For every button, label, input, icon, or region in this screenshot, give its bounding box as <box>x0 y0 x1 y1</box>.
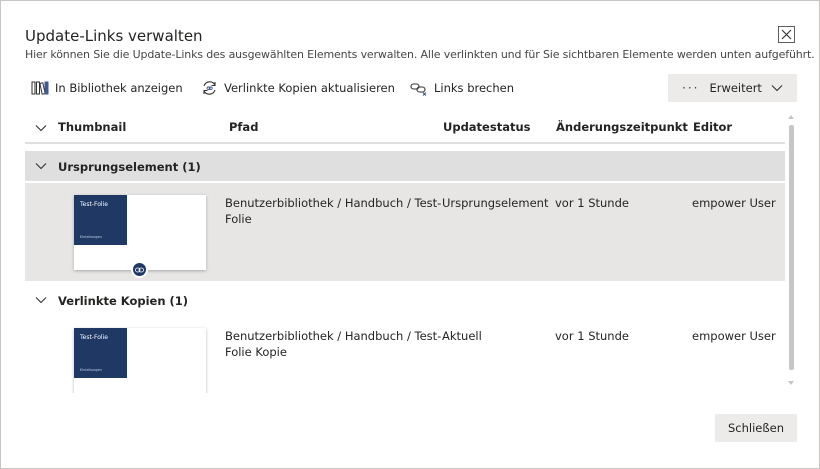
thumbnail-title: Test-Folie <box>80 334 108 341</box>
show-in-library-button[interactable]: In Bibliothek anzeigen <box>31 74 183 102</box>
column-header-status[interactable]: Updatestatus <box>443 120 531 134</box>
thumbnail-title-block: Test-Folie Einleitungen <box>74 328 127 378</box>
column-header-thumbnail[interactable]: Thumbnail <box>58 120 126 134</box>
status-cell: Aktuell <box>442 329 482 343</box>
close-icon <box>781 29 792 40</box>
chevron-down-icon <box>771 85 783 92</box>
dialog-title: Update-Links verwalten <box>25 27 203 45</box>
editor-cell: empower User <box>692 329 776 343</box>
thumbnail-title: Test-Folie <box>80 201 108 208</box>
chevron-down-icon <box>35 163 47 170</box>
table-row[interactable]: Test-Folie Einleitungen Benutzerbiblioth… <box>25 183 785 281</box>
close-button[interactable]: Schließen <box>715 414 797 442</box>
scroll-down-arrow-icon[interactable] <box>787 379 795 387</box>
changed-cell: vor 1 Stunde <box>555 196 629 210</box>
collapse-all-chevron-icon[interactable] <box>35 123 47 133</box>
path-line-2: Folie <box>225 212 252 226</box>
update-linked-copies-button[interactable]: Verlinkte Kopien aktualisieren <box>201 74 395 102</box>
slide-thumbnail: Test-Folie Einleitungen <box>74 195 206 278</box>
column-header-path[interactable]: Pfad <box>229 120 258 134</box>
table-body-viewport: Test-Folie Einleitungen Benutzerbiblioth… <box>25 316 785 393</box>
manage-update-links-dialog: Update-Links verwalten Hier können Sie d… <box>0 0 820 469</box>
thumbnail-title-block: Test-Folie Einleitungen <box>74 195 127 245</box>
column-header-changed[interactable]: Änderungszeitpunkt <box>556 120 688 134</box>
close-dialog-button[interactable] <box>778 26 795 43</box>
dialog-description: Hier können Sie die Update-Links des aus… <box>25 48 815 61</box>
table-header: Thumbnail Pfad Updatestatus Änderungszei… <box>25 112 785 144</box>
break-links-button[interactable]: Links brechen <box>410 74 514 102</box>
link-badge-icon <box>131 261 148 278</box>
thumbnail-subtitle: Einleitungen <box>80 368 102 372</box>
group-label: Ursprungselement (1) <box>58 160 201 174</box>
more-dots-icon: ··· <box>682 81 700 95</box>
toolbar: In Bibliothek anzeigen Verlinkte Kopien … <box>25 74 797 102</box>
chevron-down-icon <box>35 297 47 304</box>
scroll-up-arrow-icon[interactable] <box>787 113 795 121</box>
scrollbar-thumb[interactable] <box>789 125 794 370</box>
column-header-editor[interactable]: Editor <box>693 120 732 134</box>
vertical-scrollbar[interactable] <box>787 113 795 391</box>
advanced-label: Erweitert <box>709 81 762 95</box>
path-cell: Benutzerbibliothek / Handbuch / Test- Fo… <box>225 195 441 227</box>
sync-link-icon <box>203 81 216 95</box>
group-header-origin[interactable]: Ursprungselement (1) <box>25 151 785 181</box>
thumbnail-subtitle: Einleitungen <box>80 235 102 239</box>
advanced-menu-button[interactable]: ··· Erweitert <box>668 74 797 102</box>
slide-thumbnail: Test-Folie Einleitungen <box>74 328 206 393</box>
show-in-library-label: In Bibliothek anzeigen <box>55 81 183 95</box>
changed-cell: vor 1 Stunde <box>555 329 629 343</box>
path-line-1: Benutzerbibliothek / Handbuch / Test- <box>225 196 442 210</box>
broken-link-icon <box>410 83 427 96</box>
table-row[interactable]: Test-Folie Einleitungen Benutzerbiblioth… <box>25 316 785 393</box>
group-label: Verlinkte Kopien (1) <box>58 294 189 308</box>
path-line-2: Folie Kopie <box>225 345 287 359</box>
status-cell: Ursprungselement <box>442 196 549 210</box>
editor-cell: empower User <box>692 196 776 210</box>
path-cell: Benutzerbibliothek / Handbuch / Test- Fo… <box>225 328 441 360</box>
update-linked-copies-label: Verlinkte Kopien aktualisieren <box>224 81 395 95</box>
library-books-icon <box>31 81 49 95</box>
group-header-linked-copies[interactable]: Verlinkte Kopien (1) <box>25 285 785 315</box>
break-links-label: Links brechen <box>434 81 515 95</box>
path-line-1: Benutzerbibliothek / Handbuch / Test- <box>225 329 442 343</box>
